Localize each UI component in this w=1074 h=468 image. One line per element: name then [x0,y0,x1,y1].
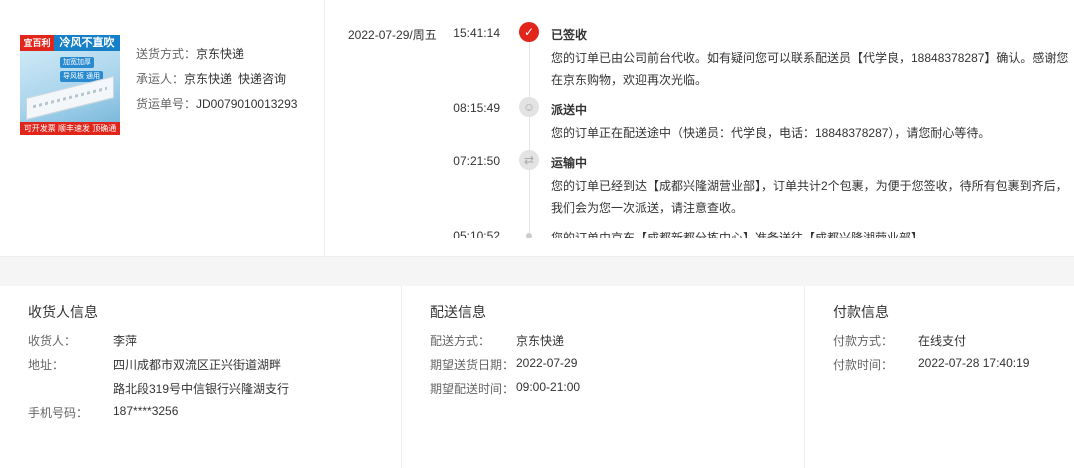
shipment-panel: 宜百利 冷风不直吹 加宽加厚 导风板 通用 可开发票 顺丰速发 顶确通用 送货方… [0,0,1074,256]
timeline-status: 派送中 [551,103,588,117]
shipping-summary: 送货方式：京东快递 承运人：京东快递 快递咨询 货运单号：JD0079010013… [136,46,297,121]
delivery-method-row: 配送方式： 京东快递 [430,332,564,349]
timeline-status: 运输中 [551,156,588,170]
payment-method-row: 付款方式： 在线支付 [833,332,966,349]
timeline-dot [526,233,532,238]
timeline-line [529,34,530,238]
delivery-method: 京东快递 [516,334,565,348]
product-brand-chip: 宜百利 [20,35,54,51]
payment-time-row: 付款时间： 2022-07-28 17:40:19 [833,356,1029,373]
product-tag: 加宽加厚 [60,57,94,68]
delivery-info: 配送信息 配送方式： 京东快递 期望送货日期： 2022-07-29 期望配送时… [402,286,805,468]
tracking-timeline[interactable]: 2022-07-29/周五 15:41:14 ✓ 已签收 您的订单已由公司前台代… [348,22,1074,238]
receiver-phone-row: 手机号码： 187****3256 [28,404,178,421]
check-icon: ✓ [519,22,539,42]
receiver-phone: 187****3256 [113,404,179,418]
truck-icon: ⇄ [519,150,539,170]
timeline-time: 08:15:49 [453,101,500,115]
payment-time: 2022-07-28 17:40:19 [918,356,1030,370]
shipping-method-value: 京东快递 [196,47,245,61]
carrier-value: 京东快递 [184,72,233,86]
product-thumbnail[interactable]: 宜百利 冷风不直吹 加宽加厚 导风板 通用 可开发票 顺丰速发 顶确通用 [20,35,120,135]
delivery-heading: 配送信息 [430,304,486,320]
receiver-phone-label: 手机号码： [28,406,89,420]
courier-icon: ☺ [519,97,539,117]
shipping-method-label: 送货方式： [136,47,197,61]
timeline-description: 您的订单已由公司前台代收。如有疑问您可以联系配送员【代学良，1884837828… [551,51,1069,87]
order-info: 收货人信息 收货人： 李萍 地址： 四川成都市双流区正兴街道湖畔 路北段319号… [0,286,1074,468]
payment-heading: 付款信息 [833,304,889,320]
section-separator [0,256,1074,286]
tracking-label: 货运单号： [136,97,197,111]
delivery-time-row: 期望配送时间： 09:00-21:00 [430,380,580,397]
courier-inquiry-link[interactable]: 快递咨询 [238,72,286,86]
timeline-date: 2022-07-29/周五 [348,28,437,42]
receiver-name-row: 收货人： 李萍 [28,332,137,349]
receiver-name: 李萍 [113,334,138,348]
vertical-divider [324,0,325,256]
timeline-time: 15:41:14 [453,26,500,40]
timeline-description: 您的订单由京东【成都新都分拣中心】准备送往【成都兴隆湖营业部】 [551,231,924,238]
receiver-address-label: 地址： [28,358,65,372]
receiver-info: 收货人信息 收货人： 李萍 地址： 四川成都市双流区正兴街道湖畔 路北段319号… [0,286,402,468]
receiver-address-line: 路北段319号中信银行兴隆湖支行 [113,382,290,396]
delivery-time-label: 期望配送时间： [430,382,515,396]
timeline-status: 已签收 [551,28,588,42]
tracking-row: 货运单号：JD0079010013293 [136,96,297,121]
receiver-heading: 收货人信息 [28,304,98,320]
timeline-description: 您的订单正在配送途中（快递员：代学良，电话：18848378287），请您耐心等… [551,126,991,140]
product-banner: 冷风不直吹 [54,35,120,51]
delivery-date-label: 期望送货日期： [430,358,515,372]
receiver-address-row: 地址： 四川成都市双流区正兴街道湖畔 [28,356,281,373]
payment-info: 付款信息 付款方式： 在线支付 付款时间： 2022-07-28 17:40:1… [805,286,1074,468]
receiver-name-label: 收货人： [28,334,77,348]
payment-time-label: 付款时间： [833,358,894,372]
carrier-row: 承运人：京东快递 快递咨询 [136,71,297,96]
payment-method-label: 付款方式： [833,334,894,348]
tracking-number: JD0079010013293 [196,97,298,111]
delivery-date-row: 期望送货日期： 2022-07-29 [430,356,577,373]
receiver-address-line: 四川成都市双流区正兴街道湖畔 [113,358,282,372]
delivery-time: 09:00-21:00 [516,380,581,394]
delivery-date: 2022-07-29 [516,356,578,370]
carrier-label: 承运人： [136,72,185,86]
delivery-method-label: 配送方式： [430,334,491,348]
shipping-method-row: 送货方式：京东快递 [136,46,297,71]
timeline-time: 05:10:52 [453,229,500,238]
timeline-description: 您的订单已经到达【成都兴隆湖营业部】，订单共计2个包裹，为便于您签收，待所有包裹… [551,179,1068,215]
product-footer-strip: 可开发票 顺丰速发 顶确通用 [20,122,120,135]
timeline-time: 07:21:50 [453,154,500,168]
air-deflector-image [26,76,114,120]
payment-method: 在线支付 [918,334,967,348]
